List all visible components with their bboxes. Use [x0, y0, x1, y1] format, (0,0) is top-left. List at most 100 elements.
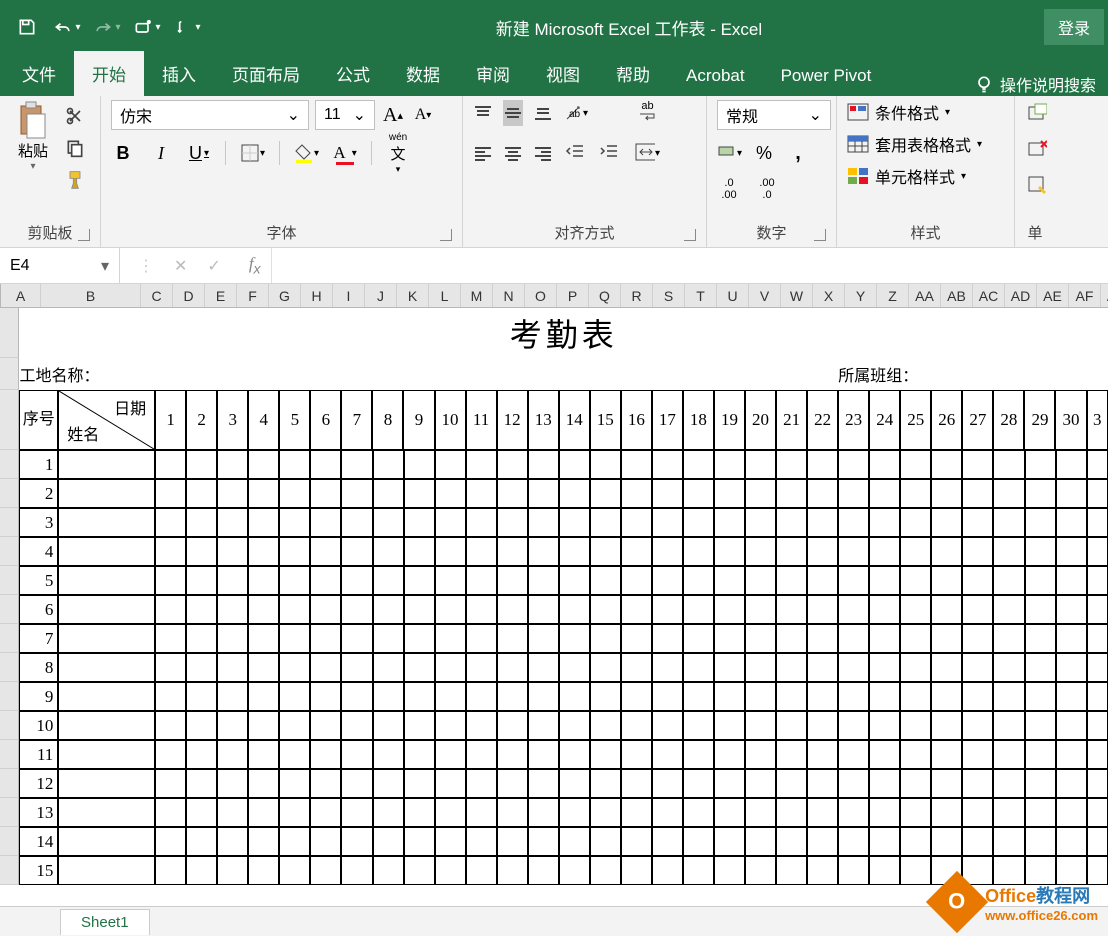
cell[interactable] [683, 711, 714, 740]
tab-powerpivot[interactable]: Power Pivot [763, 56, 890, 96]
cell[interactable] [900, 595, 931, 624]
cell[interactable] [1087, 508, 1108, 537]
cell[interactable] [404, 711, 435, 740]
cell[interactable] [621, 856, 652, 885]
column-header[interactable]: P [557, 284, 589, 307]
cell[interactable] [404, 682, 435, 711]
cell[interactable] [217, 653, 248, 682]
row-header[interactable] [0, 595, 19, 624]
cell[interactable] [435, 769, 466, 798]
cell[interactable] [714, 711, 745, 740]
tab-insert[interactable]: 插入 [144, 51, 214, 96]
cell[interactable] [838, 769, 869, 798]
cell[interactable] [279, 508, 310, 537]
cell[interactable] [776, 624, 807, 653]
cell[interactable] [1087, 537, 1108, 566]
cell[interactable] [900, 740, 931, 769]
cell[interactable] [838, 827, 869, 856]
cell[interactable] [559, 798, 590, 827]
cell[interactable] [869, 740, 900, 769]
save-button[interactable] [8, 9, 46, 45]
cell[interactable] [341, 450, 372, 479]
cell[interactable] [590, 798, 621, 827]
cell[interactable] [652, 653, 683, 682]
sheet-tab[interactable]: Sheet1 [60, 909, 150, 935]
cell[interactable] [838, 653, 869, 682]
undo-button[interactable]: ▾ [48, 9, 86, 45]
cell[interactable]: 2 [186, 390, 217, 450]
cell[interactable]: 14 [19, 827, 58, 856]
cell[interactable] [528, 479, 559, 508]
cell[interactable] [373, 450, 404, 479]
column-header[interactable]: H [301, 284, 333, 307]
cell[interactable] [559, 856, 590, 885]
cell[interactable] [248, 450, 279, 479]
cell[interactable] [217, 566, 248, 595]
cell[interactable] [1056, 827, 1087, 856]
cell[interactable]: 3 [217, 390, 248, 450]
cell[interactable] [838, 711, 869, 740]
cell[interactable] [931, 769, 962, 798]
cell[interactable] [248, 595, 279, 624]
cell[interactable] [1056, 479, 1087, 508]
cell[interactable] [745, 566, 776, 595]
name-box[interactable]: E4▾ [0, 248, 120, 283]
cell[interactable] [745, 479, 776, 508]
cell[interactable] [404, 769, 435, 798]
cell[interactable] [1056, 798, 1087, 827]
cell[interactable] [993, 479, 1024, 508]
cell[interactable] [621, 537, 652, 566]
cell[interactable] [58, 653, 155, 682]
cell[interactable] [435, 479, 466, 508]
cell[interactable]: 3 [19, 508, 58, 537]
cell[interactable] [962, 537, 993, 566]
cell[interactable] [435, 856, 466, 885]
cell[interactable] [621, 798, 652, 827]
cell[interactable] [838, 856, 869, 885]
cell[interactable]: 8 [19, 653, 58, 682]
cell[interactable] [993, 566, 1024, 595]
cell[interactable] [155, 508, 186, 537]
cell[interactable] [559, 827, 590, 856]
cell[interactable] [652, 595, 683, 624]
cell[interactable]: 16 [621, 390, 652, 450]
cell[interactable] [993, 537, 1024, 566]
cell[interactable] [559, 508, 590, 537]
column-header[interactable]: I [333, 284, 365, 307]
cell[interactable] [341, 769, 372, 798]
cell[interactable] [776, 450, 807, 479]
cell[interactable]: 6 [19, 595, 58, 624]
cell[interactable] [652, 740, 683, 769]
cell[interactable] [683, 798, 714, 827]
cell[interactable] [1025, 595, 1056, 624]
cell[interactable] [217, 827, 248, 856]
column-header[interactable]: S [653, 284, 685, 307]
cell[interactable] [279, 479, 310, 508]
align-bottom-button[interactable] [533, 100, 553, 126]
cell[interactable] [186, 827, 217, 856]
cell[interactable] [745, 740, 776, 769]
cell[interactable] [466, 769, 497, 798]
cell[interactable] [621, 479, 652, 508]
row-header[interactable] [0, 798, 19, 827]
cell[interactable] [248, 740, 279, 769]
italic-button[interactable]: I [149, 140, 173, 166]
cell[interactable]: 4 [248, 390, 279, 450]
cell[interactable] [869, 624, 900, 653]
cell[interactable] [993, 653, 1024, 682]
cell[interactable] [1025, 769, 1056, 798]
cell[interactable] [1056, 653, 1087, 682]
cell[interactable] [776, 537, 807, 566]
cell[interactable] [652, 711, 683, 740]
cell[interactable] [807, 624, 838, 653]
cell[interactable] [807, 798, 838, 827]
cell[interactable] [807, 566, 838, 595]
cell[interactable] [58, 827, 155, 856]
login-button[interactable]: 登录 [1044, 9, 1104, 45]
cell[interactable] [279, 711, 310, 740]
cell[interactable] [466, 624, 497, 653]
copy-button[interactable] [60, 136, 90, 160]
cell[interactable] [962, 740, 993, 769]
cell[interactable] [186, 711, 217, 740]
row-header[interactable] [0, 682, 19, 711]
